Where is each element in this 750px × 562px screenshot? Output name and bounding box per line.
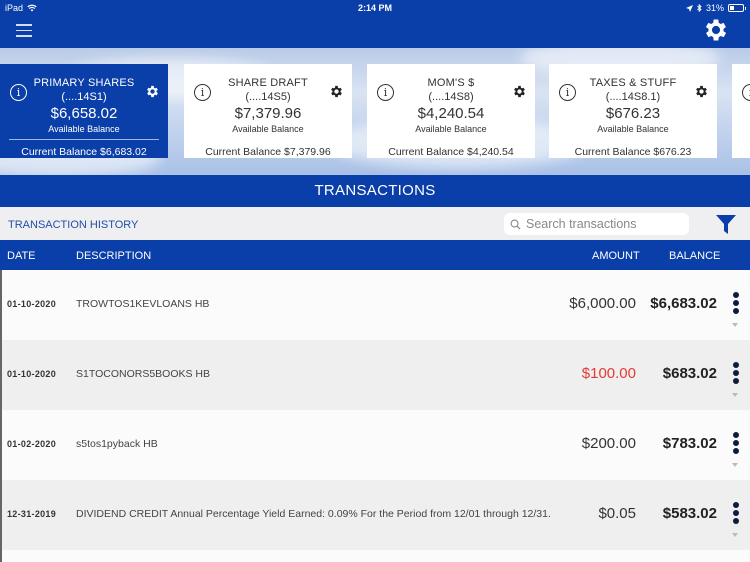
account-settings-gear-icon[interactable] — [145, 84, 160, 99]
account-card-partial-next[interactable]: i — [732, 64, 750, 158]
account-card-moms[interactable]: i MOM'S $ (....14S8) $4,240.54 Available… — [367, 64, 535, 158]
account-settings-gear-icon[interactable] — [512, 84, 527, 99]
table-row-partial[interactable] — [0, 550, 750, 562]
account-card-primary-shares[interactable]: i PRIMARY SHARES (....14S1) $6,658.02 Av… — [0, 64, 168, 158]
available-balance: $4,240.54 — [417, 105, 485, 122]
transaction-balance: $683.02 — [662, 365, 717, 382]
table-row[interactable]: 01-02-2020 s5tos1pyback HB $200.00 $783.… — [0, 410, 750, 480]
search-box[interactable] — [504, 213, 689, 235]
status-bar: iPad 2:14 PM 31% — [0, 0, 750, 16]
transaction-date: 01-10-2020 — [7, 369, 57, 379]
available-balance-label: Available Balance — [415, 124, 487, 134]
more-options-icon[interactable] — [731, 292, 741, 316]
filter-icon[interactable] — [715, 214, 737, 236]
card-divider — [376, 139, 526, 140]
column-header-description: DESCRIPTION — [76, 250, 152, 262]
transaction-amount: $6,000.00 — [569, 295, 636, 312]
transaction-amount: $200.00 — [581, 435, 636, 452]
transaction-balance: $6,683.02 — [650, 295, 717, 312]
transactions-list[interactable]: 01-10-2020 TROWTOS1KEVLOANS HB $6,000.00… — [0, 270, 750, 562]
available-balance: $6,658.02 — [50, 105, 118, 122]
info-icon[interactable]: i — [559, 84, 576, 101]
card-divider — [9, 139, 159, 140]
more-options-icon[interactable] — [731, 362, 741, 386]
transaction-date: 01-10-2020 — [7, 299, 57, 309]
battery-percent: 31% — [705, 3, 724, 13]
expand-chevron-icon[interactable] — [732, 533, 738, 537]
table-row[interactable]: 12-31-2019 DIVIDEND CREDIT Annual Percen… — [0, 480, 750, 550]
transaction-date: 01-02-2020 — [7, 439, 57, 449]
bluetooth-icon — [697, 4, 702, 12]
info-icon[interactable]: i — [194, 84, 211, 101]
transaction-balance: $583.02 — [662, 505, 717, 522]
card-divider — [558, 139, 708, 140]
current-balance: Current Balance $676.23 — [574, 146, 692, 158]
nav-bar — [0, 16, 750, 48]
account-settings-gear-icon[interactable] — [694, 84, 709, 99]
location-icon — [685, 4, 693, 12]
current-balance: Current Balance $4,240.54 — [388, 146, 514, 158]
transaction-description: TROWTOS1KEVLOANS HB — [76, 298, 210, 310]
expand-chevron-icon[interactable] — [732, 393, 738, 397]
transaction-amount: $100.00 — [581, 365, 636, 382]
expand-chevron-icon[interactable] — [732, 323, 738, 327]
column-header-balance: BALANCE — [669, 250, 721, 262]
table-row[interactable]: 01-10-2020 S1TOCONORS5BOOKS HB $100.00 $… — [0, 340, 750, 410]
status-time: 2:14 PM — [357, 3, 392, 13]
available-balance: $676.23 — [605, 105, 661, 122]
column-header-date: DATE — [7, 250, 36, 262]
hamburger-menu-icon[interactable] — [16, 24, 32, 38]
available-balance-label: Available Balance — [48, 124, 120, 134]
transaction-description: s5tos1pyback HB — [76, 438, 158, 450]
card-divider — [193, 139, 343, 140]
transaction-description: S1TOCONORS5BOOKS HB — [76, 368, 211, 380]
transactions-table-header: DATE DESCRIPTION AMOUNT BALANCE — [0, 240, 750, 270]
available-balance-label: Available Balance — [232, 124, 304, 134]
battery-icon — [728, 4, 746, 12]
transaction-balance: $783.02 — [662, 435, 717, 452]
expand-chevron-icon[interactable] — [732, 463, 738, 467]
info-icon[interactable]: i — [377, 84, 394, 101]
search-input[interactable] — [526, 217, 686, 231]
table-row[interactable]: 01-10-2020 TROWTOS1KEVLOANS HB $6,000.00… — [0, 270, 750, 340]
search-icon — [510, 219, 521, 230]
account-settings-gear-icon[interactable] — [329, 84, 344, 99]
column-header-amount: AMOUNT — [592, 250, 640, 262]
account-card-share-draft[interactable]: i SHARE DRAFT (....14S5) $7,379.96 Avail… — [184, 64, 352, 158]
more-options-icon[interactable] — [731, 432, 741, 456]
status-right: 31% — [685, 3, 746, 13]
transaction-description: DIVIDEND CREDIT Annual Percentage Yield … — [76, 508, 551, 520]
info-icon[interactable]: i — [10, 84, 27, 101]
transactions-title: TRANSACTIONS — [0, 175, 750, 207]
transaction-amount: $0.05 — [598, 505, 636, 522]
account-card-taxes-stuff[interactable]: i TAXES & STUFF (....14S8.1) $676.23 Ava… — [549, 64, 717, 158]
more-options-icon[interactable] — [731, 502, 741, 526]
transactions-toolbar: TRANSACTION HISTORY — [0, 207, 750, 240]
available-balance-label: Available Balance — [597, 124, 669, 134]
gear-icon[interactable] — [702, 16, 730, 44]
transaction-date: 12-31-2019 — [7, 509, 57, 519]
available-balance: $7,379.96 — [234, 105, 302, 122]
info-icon[interactable]: i — [742, 84, 750, 101]
current-balance: Current Balance $7,379.96 — [205, 146, 331, 158]
current-balance: Current Balance $6,683.02 — [21, 146, 147, 158]
transaction-history-label[interactable]: TRANSACTION HISTORY — [8, 219, 138, 231]
